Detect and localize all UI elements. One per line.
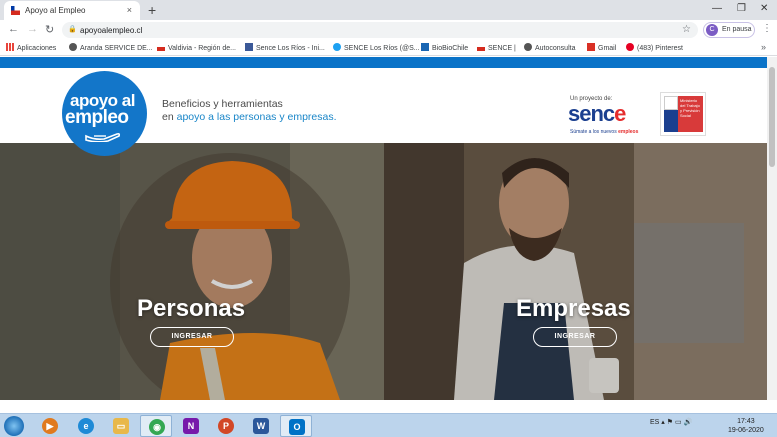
- internet-explorer-icon: e: [78, 418, 94, 434]
- ministry-label: Ministerio del Trabajo y Previsión Socia…: [678, 96, 703, 132]
- taskbar-app[interactable]: P: [210, 415, 242, 437]
- address-bar[interactable]: 🔒 apoyoalempleo.cl: [62, 22, 698, 38]
- tagline-highlight: apoyo a las personas y empresas.: [176, 111, 337, 123]
- system-clock[interactable]: 17:43 19-06-2020: [728, 417, 764, 435]
- bookmark-item[interactable]: (483) Pinterest: [626, 43, 683, 52]
- avatar: C: [706, 24, 718, 36]
- taskbar-app[interactable]: e: [70, 415, 102, 437]
- open-hand-icon: [85, 132, 121, 142]
- word-icon: W: [253, 418, 269, 434]
- logo-text-line-2: empleo: [65, 107, 129, 128]
- browser-menu-icon[interactable]: ⋮: [762, 23, 772, 34]
- empresas-panel[interactable]: Empresas INGRESAR: [384, 143, 767, 400]
- bookmark-star-icon[interactable]: ☆: [682, 24, 691, 35]
- media-player-icon: ▶: [42, 418, 58, 434]
- sence-slogan: Súmate a los nuevos empleos: [570, 129, 639, 135]
- personas-ingresar-button[interactable]: INGRESAR: [150, 327, 234, 347]
- browser-toolbar: ← → ↻ 🔒 apoyoalempleo.cl ☆ C En pausa ⋮: [0, 20, 777, 40]
- browser-tab-strip: Apoyo al Empleo × + — ❐ ✕: [0, 0, 777, 20]
- bookmarks-overflow-icon[interactable]: »: [761, 42, 766, 52]
- lock-icon: 🔒: [68, 26, 77, 33]
- tagline-line-2: en apoyo a las personas y empresas.: [162, 111, 337, 123]
- chile-star-icon: [664, 96, 678, 110]
- windows-taskbar: ▶ e ▭ ◉ N P W O ES ▴ ⚑ ▭ 🔊 17:43 19-06-2…: [0, 413, 777, 437]
- bookmark-item[interactable]: Autoconsulta: [524, 43, 575, 52]
- bookmark-item[interactable]: SENCE |: [477, 43, 516, 52]
- browser-tab[interactable]: Apoyo al Empleo ×: [4, 1, 140, 20]
- taskbar-app-active[interactable]: ◉: [140, 415, 172, 437]
- biobio-icon: [421, 43, 429, 51]
- site-tagline: Beneficios y herramientas en apoyo a las…: [162, 98, 337, 124]
- tray-icons[interactable]: ▴ ⚑ ▭ 🔊: [661, 419, 692, 426]
- system-tray[interactable]: ES ▴ ⚑ ▭ 🔊: [650, 418, 692, 426]
- personas-panel[interactable]: Personas INGRESAR: [0, 143, 384, 400]
- gmail-icon: [587, 43, 595, 51]
- globe-icon: [524, 43, 532, 51]
- forward-arrow-icon[interactable]: →: [27, 23, 38, 35]
- chile-flag-icon: [11, 6, 20, 15]
- chile-flag-icon: [157, 43, 165, 51]
- back-arrow-icon[interactable]: ←: [8, 23, 19, 35]
- clock-time: 17:43: [737, 418, 755, 425]
- bookmark-item[interactable]: Gmail: [587, 43, 616, 52]
- personas-title: Personas: [137, 295, 246, 322]
- language-indicator[interactable]: ES: [650, 419, 659, 426]
- scrollbar-thumb[interactable]: [769, 67, 775, 167]
- taskbar-app-active[interactable]: O: [280, 415, 312, 437]
- bookmark-item[interactable]: Valdivia - Región de...: [157, 43, 236, 52]
- tab-title: Apoyo al Empleo: [25, 6, 86, 15]
- web-page: Beneficios y herramientas en apoyo a las…: [0, 57, 767, 400]
- apoyo-al-empleo-logo[interactable]: apoyo al empleo: [62, 71, 147, 156]
- bookmarks-bar: Aplicaciones Aranda SERVICE DE... Valdiv…: [0, 40, 777, 56]
- profile-button[interactable]: C En pausa: [703, 22, 755, 38]
- page-scrollbar[interactable]: [767, 57, 777, 400]
- bookmark-item[interactable]: BioBioChile: [421, 43, 468, 52]
- maximize-button[interactable]: ❐: [737, 3, 746, 14]
- sence-wordmark: sence: [568, 101, 626, 126]
- facebook-icon: [245, 43, 253, 51]
- taskbar-app[interactable]: ▶: [34, 415, 66, 437]
- chile-flag-icon: [477, 43, 485, 51]
- tagline-line-1: Beneficios y herramientas: [162, 98, 283, 110]
- ministry-logo[interactable]: Ministerio del Trabajo y Previsión Socia…: [660, 92, 706, 136]
- reload-icon[interactable]: ↻: [45, 23, 54, 36]
- globe-icon: [69, 43, 77, 51]
- bookmark-item[interactable]: Sence Los Ríos - Ini...: [245, 43, 325, 52]
- sence-logo[interactable]: Un proyecto de: sence Súmate a los nuevo…: [568, 96, 658, 140]
- close-window-button[interactable]: ✕: [760, 3, 768, 14]
- minimize-button[interactable]: —: [712, 3, 722, 14]
- new-tab-button[interactable]: +: [148, 2, 156, 18]
- taskbar-app[interactable]: W: [245, 415, 277, 437]
- url-text: apoyoalempleo.cl: [80, 26, 143, 35]
- onenote-icon: N: [183, 418, 199, 434]
- apps-icon: [6, 43, 14, 51]
- empresas-title: Empresas: [516, 295, 631, 322]
- clock-date: 19-06-2020: [728, 427, 764, 434]
- chrome-icon: ◉: [149, 419, 165, 435]
- empresas-ingresar-button[interactable]: INGRESAR: [533, 327, 617, 347]
- taskbar-app[interactable]: ▭: [105, 415, 137, 437]
- bookmark-item[interactable]: Aplicaciones: [6, 43, 56, 52]
- profile-status-label: En pausa: [722, 26, 752, 33]
- start-button[interactable]: [4, 416, 24, 436]
- powerpoint-icon: P: [218, 418, 234, 434]
- bookmark-item[interactable]: SENCE Los Ríos (@S...: [333, 43, 420, 52]
- top-accent-bar: [0, 57, 767, 68]
- twitter-icon: [333, 43, 341, 51]
- tab-close-icon[interactable]: ×: [127, 5, 132, 15]
- file-explorer-icon: ▭: [113, 418, 129, 434]
- bookmark-item[interactable]: Aranda SERVICE DE...: [69, 43, 153, 52]
- taskbar-app[interactable]: N: [175, 415, 207, 437]
- pinterest-icon: [626, 43, 634, 51]
- outlook-icon: O: [289, 419, 305, 435]
